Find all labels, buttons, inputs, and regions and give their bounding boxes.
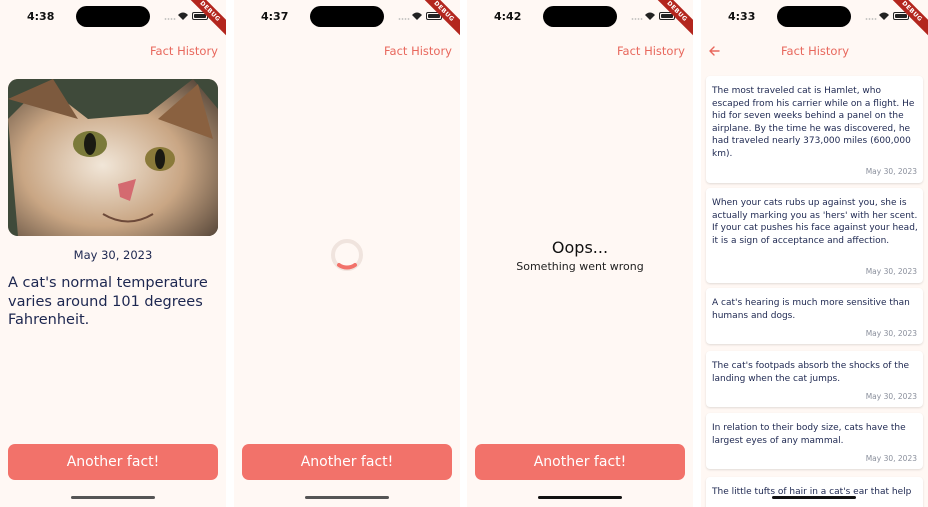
loading-screen: 4:37 DEBUG Fact History Another fact! <box>234 0 460 507</box>
list-item: The cat's footpads absorb the shocks of … <box>706 351 923 407</box>
app-bar: Fact History <box>701 40 928 64</box>
list-item: In relation to their body size, cats hav… <box>706 413 923 469</box>
fact-text: A cat's normal temperature varies around… <box>8 275 208 328</box>
cat-photo <box>8 79 218 236</box>
app-bar: Fact History <box>0 40 226 64</box>
status-bar: 4:38 DEBUG <box>0 0 226 41</box>
home-indicator <box>305 496 389 499</box>
another-fact-button[interactable]: Another fact! <box>475 444 685 480</box>
home-indicator <box>772 496 856 499</box>
fact-history-link[interactable]: Fact History <box>150 44 218 58</box>
app-bar: Fact History <box>234 40 460 64</box>
history-fact-date: May 30, 2023 <box>865 454 917 463</box>
status-time: 4:42 <box>494 10 522 23</box>
wifi-icon <box>631 12 655 20</box>
fact-history-list[interactable]: The most traveled cat is Hamlet, who esc… <box>706 74 923 507</box>
dynamic-island <box>76 6 150 27</box>
history-fact-date: May 30, 2023 <box>865 267 917 276</box>
history-fact-date: May 30, 2023 <box>865 392 917 401</box>
history-fact-text: In relation to their body size, cats hav… <box>712 423 906 446</box>
status-bar: 4:33 DEBUG <box>701 0 928 41</box>
wifi-icon <box>398 12 422 20</box>
another-fact-button[interactable]: Another fact! <box>8 444 218 480</box>
error-title: Oops... <box>551 238 609 257</box>
home-indicator <box>71 496 155 499</box>
arrow-left-icon[interactable] <box>707 44 721 58</box>
dynamic-island <box>543 6 617 27</box>
wifi-icon <box>865 12 889 20</box>
list-item: A cat's hearing is much more sensitive t… <box>706 288 923 344</box>
history-fact-text: The most traveled cat is Hamlet, who esc… <box>712 86 915 159</box>
history-fact-text: The cat's footpads absorb the shocks of … <box>712 361 910 384</box>
loading-spinner-icon <box>331 239 363 271</box>
dynamic-island <box>310 6 384 27</box>
history-screen: 4:33 DEBUG Fact History The most travele… <box>701 0 928 507</box>
status-time: 4:33 <box>728 10 756 23</box>
history-fact-text: When your cats rubs up against you, she … <box>712 198 918 246</box>
error-screen: 4:42 DEBUG Fact History Oops... Somethin… <box>467 0 693 507</box>
fact-date: May 30, 2023 <box>73 248 153 262</box>
history-fact-text: A cat's hearing is much more sensitive t… <box>712 298 910 321</box>
fact-history-link[interactable]: Fact History <box>384 44 452 58</box>
page-title: Fact History <box>781 44 850 58</box>
list-item: When your cats rubs up against you, she … <box>706 188 923 283</box>
list-item: The most traveled cat is Hamlet, who esc… <box>706 76 923 183</box>
error-subtitle: Something went wrong <box>516 260 644 273</box>
list-item: The little tufts of hair in a cat's ear … <box>706 477 923 507</box>
fact-screen: 4:38 DEBUG Fact History May 30, 2023 A c… <box>0 0 226 507</box>
app-bar: Fact History <box>467 40 693 64</box>
history-fact-date: May 30, 2023 <box>865 329 917 338</box>
home-indicator <box>538 496 622 499</box>
fact-history-link[interactable]: Fact History <box>617 44 685 58</box>
status-bar: 4:42 DEBUG <box>467 0 693 41</box>
status-time: 4:38 <box>27 10 55 23</box>
another-fact-button[interactable]: Another fact! <box>242 444 452 480</box>
history-fact-date: May 30, 2023 <box>865 167 917 176</box>
status-time: 4:37 <box>261 10 289 23</box>
status-bar: 4:37 DEBUG <box>234 0 460 41</box>
dynamic-island <box>777 6 851 27</box>
wifi-icon <box>164 12 188 20</box>
